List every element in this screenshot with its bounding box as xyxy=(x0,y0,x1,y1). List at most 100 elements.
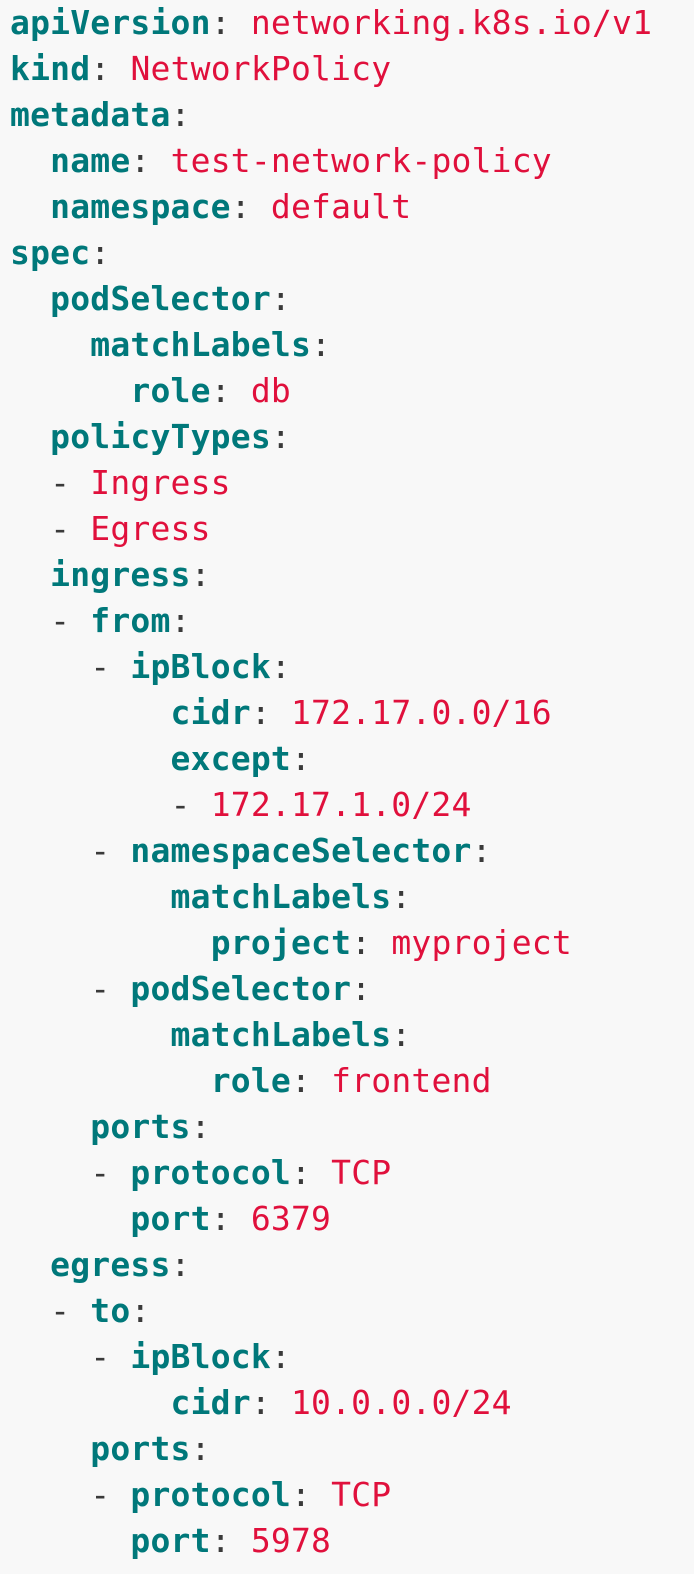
colon: : xyxy=(250,1383,271,1422)
yaml-key: ipBlock xyxy=(130,647,271,686)
colon: : xyxy=(290,1061,312,1100)
yaml-key: port xyxy=(130,1199,211,1238)
yaml-value: test-network-policy xyxy=(170,141,552,180)
code-line: matchLabels: xyxy=(10,322,694,368)
yaml-value: db xyxy=(250,371,291,410)
list-dash: - xyxy=(50,1291,91,1330)
code-line: podSelector: xyxy=(10,276,694,322)
code-line: except: xyxy=(10,736,694,782)
yaml-key: namespaceSelector xyxy=(130,831,472,870)
colon: : xyxy=(391,877,412,916)
code-line: - protocol: TCP xyxy=(10,1150,694,1196)
colon: : xyxy=(351,923,372,962)
yaml-value: networking.k8s.io/v1 xyxy=(250,3,653,42)
colon: : xyxy=(270,417,291,456)
yaml-key: matchLabels xyxy=(170,877,392,916)
code-line: - ipBlock: xyxy=(10,644,694,690)
code-line: name: test-network-policy xyxy=(10,138,694,184)
yaml-key: to xyxy=(90,1291,131,1330)
code-line: namespace: default xyxy=(10,184,694,230)
colon: : xyxy=(391,1015,412,1054)
colon: : xyxy=(90,233,111,272)
yaml-value: 172.17.1.0/24 xyxy=(210,785,472,824)
code-line: - namespaceSelector: xyxy=(10,828,694,874)
yaml-key: ports xyxy=(90,1429,191,1468)
yaml-key: matchLabels xyxy=(170,1015,392,1054)
code-line: matchLabels: xyxy=(10,874,694,920)
yaml-key: ports xyxy=(90,1107,191,1146)
code-line: policyTypes: xyxy=(10,414,694,460)
yaml-value: TCP xyxy=(331,1475,392,1514)
list-dash: - xyxy=(90,969,131,1008)
yaml-key: podSelector xyxy=(130,969,352,1008)
list-dash: - xyxy=(170,785,211,824)
yaml-key: protocol xyxy=(130,1153,291,1192)
yaml-key: cidr xyxy=(170,693,251,732)
yaml-value: 6379 xyxy=(250,1199,332,1238)
yaml-key: ipBlock xyxy=(130,1337,271,1376)
yaml-key: apiVersion xyxy=(10,3,211,42)
colon: : xyxy=(210,1521,231,1560)
yaml-code-block: apiVersion: networking.k8s.io/v1 kind: Ne… xyxy=(0,0,694,1574)
code-line: cidr: 172.17.0.0/16 xyxy=(10,690,694,736)
colon: : xyxy=(170,1245,191,1284)
yaml-key: project xyxy=(210,923,352,962)
yaml-key: from xyxy=(90,601,171,640)
yaml-key: ingress xyxy=(50,555,191,594)
code-line: spec: xyxy=(10,230,694,276)
yaml-key: port xyxy=(130,1521,211,1560)
yaml-key: policyTypes xyxy=(50,417,271,456)
colon: : xyxy=(130,141,151,180)
list-dash: - xyxy=(90,647,131,686)
code-line: - podSelector: xyxy=(10,966,694,1012)
colon: : xyxy=(270,279,291,318)
colon: : xyxy=(190,1107,211,1146)
code-line: ingress: xyxy=(10,552,694,598)
code-line: ports: xyxy=(10,1104,694,1150)
code-line: - protocol: TCP xyxy=(10,1472,694,1518)
list-dash: - xyxy=(50,509,91,548)
colon: : xyxy=(270,1337,291,1376)
yaml-value: default xyxy=(270,187,412,226)
yaml-key: kind xyxy=(10,49,91,88)
colon: : xyxy=(250,693,271,732)
code-line: - Ingress xyxy=(10,460,694,506)
yaml-key: namespace xyxy=(50,187,231,226)
code-line: kind: NetworkPolicy xyxy=(10,46,694,92)
code-line: - to: xyxy=(10,1288,694,1334)
yaml-key: except xyxy=(170,739,291,778)
colon: : xyxy=(290,1475,312,1514)
colon: : xyxy=(190,555,211,594)
code-line: - 172.17.1.0/24 xyxy=(10,782,694,828)
list-dash: - xyxy=(50,601,91,640)
colon: : xyxy=(311,325,332,364)
colon: : xyxy=(290,739,312,778)
yaml-key: name xyxy=(50,141,131,180)
yaml-value: TCP xyxy=(331,1153,392,1192)
code-line: matchLabels: xyxy=(10,1012,694,1058)
code-line: project: myproject xyxy=(10,920,694,966)
yaml-value: 172.17.0.0/16 xyxy=(290,693,552,732)
colon: : xyxy=(290,1153,312,1192)
colon: : xyxy=(90,49,111,88)
